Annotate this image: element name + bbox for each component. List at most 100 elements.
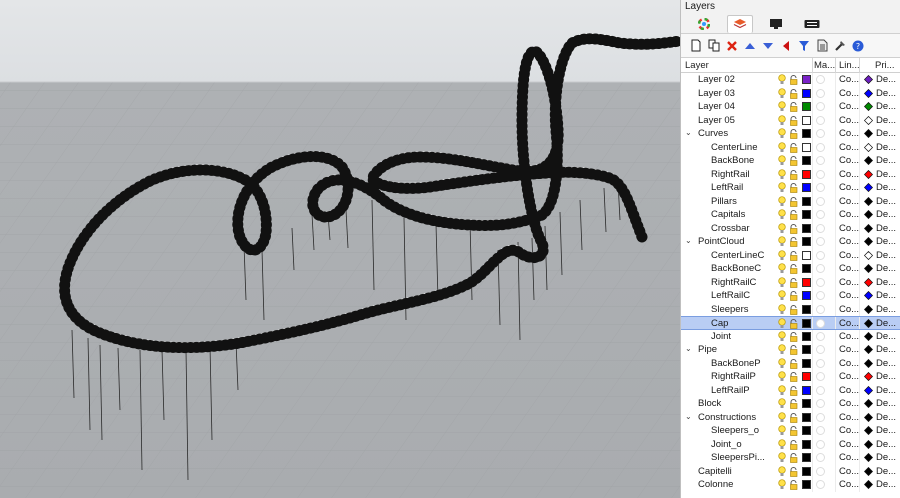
lightbulb-icon[interactable]: [778, 438, 786, 450]
print-width-value[interactable]: De...: [876, 318, 896, 329]
lock-icon[interactable]: [789, 331, 799, 342]
tab-render[interactable]: [799, 15, 825, 33]
lock-icon[interactable]: [789, 250, 799, 261]
lock-icon[interactable]: [789, 453, 799, 463]
move-down-button[interactable]: [761, 39, 775, 53]
print-color-diamond-icon[interactable]: [864, 304, 873, 314]
linetype-value[interactable]: Co...: [839, 358, 859, 369]
print-width-value[interactable]: De...: [876, 479, 896, 490]
material-swatch[interactable]: [816, 156, 825, 165]
layer-row[interactable]: Block Co... De...: [681, 397, 900, 411]
linetype-value[interactable]: Co...: [839, 209, 859, 220]
lock-icon[interactable]: [789, 358, 799, 369]
layer-color-swatch[interactable]: [802, 399, 811, 408]
lightbulb-icon[interactable]: [778, 87, 786, 99]
print-width-value[interactable]: De...: [876, 277, 896, 288]
material-swatch[interactable]: [816, 169, 825, 179]
material-swatch[interactable]: [816, 250, 825, 260]
linetype-value[interactable]: Co...: [839, 412, 859, 423]
lightbulb-icon[interactable]: [778, 222, 786, 234]
linetype-value[interactable]: Co...: [839, 115, 859, 126]
print-color-diamond-icon[interactable]: [864, 129, 873, 138]
linetype-value[interactable]: Co...: [839, 466, 859, 477]
lock-icon[interactable]: [789, 210, 799, 220]
lock-icon[interactable]: [789, 223, 799, 234]
lightbulb-icon[interactable]: [778, 465, 786, 477]
print-color-diamond-icon[interactable]: [864, 439, 873, 449]
lock-icon[interactable]: [789, 88, 799, 99]
layer-color-swatch[interactable]: [802, 426, 811, 435]
layer-color-swatch[interactable]: [802, 304, 811, 314]
print-width-value[interactable]: De...: [876, 155, 896, 166]
material-swatch[interactable]: [816, 183, 825, 192]
linetype-value[interactable]: Co...: [839, 385, 859, 396]
layer-color-swatch[interactable]: [802, 210, 811, 219]
col-linetype[interactable]: Lin...: [839, 60, 860, 71]
lock-icon[interactable]: [789, 129, 799, 139]
print-color-diamond-icon[interactable]: [864, 399, 873, 408]
material-swatch[interactable]: [816, 264, 825, 273]
linetype-value[interactable]: Co...: [839, 223, 859, 234]
layer-row[interactable]: ⌄ Pipe Co... De...: [681, 343, 900, 357]
print-width-value[interactable]: De...: [876, 223, 896, 234]
lock-icon[interactable]: [789, 169, 799, 180]
layer-color-swatch[interactable]: [802, 439, 811, 449]
col-print[interactable]: Pri...: [875, 60, 895, 71]
print-color-diamond-icon[interactable]: [864, 183, 873, 192]
linetype-value[interactable]: Co...: [839, 263, 859, 274]
material-swatch[interactable]: [816, 453, 825, 462]
print-width-value[interactable]: De...: [876, 412, 896, 423]
layer-row[interactable]: RightRailP Co... De...: [681, 370, 900, 384]
print-color-diamond-icon[interactable]: [864, 88, 873, 98]
move-up-button[interactable]: [743, 39, 757, 53]
layer-row[interactable]: Crossbar Co... De...: [681, 221, 900, 235]
layer-row[interactable]: ⌄ Curves Co... De...: [681, 127, 900, 141]
lock-icon[interactable]: [789, 291, 799, 301]
print-color-diamond-icon[interactable]: [864, 385, 873, 395]
layer-row[interactable]: Colonne Co... De...: [681, 478, 900, 492]
tab-layers[interactable]: [727, 14, 753, 33]
linetype-value[interactable]: Co...: [839, 196, 859, 207]
lock-icon[interactable]: [789, 439, 799, 450]
material-swatch[interactable]: [816, 304, 825, 314]
lightbulb-icon[interactable]: [778, 479, 786, 490]
print-width-value[interactable]: De...: [876, 209, 896, 220]
layer-color-swatch[interactable]: [802, 115, 811, 125]
print-width-value[interactable]: De...: [876, 250, 896, 261]
print-color-diamond-icon[interactable]: [864, 102, 873, 111]
layer-color-swatch[interactable]: [802, 412, 811, 422]
layer-color-swatch[interactable]: [802, 237, 811, 246]
layer-row[interactable]: LeftRailC Co... De...: [681, 289, 900, 303]
print-width-value[interactable]: De...: [876, 142, 896, 153]
print-width-value[interactable]: De...: [876, 466, 896, 477]
lock-icon[interactable]: [789, 426, 799, 436]
print-width-value[interactable]: De...: [876, 290, 896, 301]
print-color-diamond-icon[interactable]: [864, 426, 873, 435]
lock-icon[interactable]: [789, 277, 799, 288]
linetype-value[interactable]: Co...: [839, 169, 859, 180]
print-width-value[interactable]: De...: [876, 358, 896, 369]
print-width-value[interactable]: De...: [876, 385, 896, 396]
lightbulb-icon[interactable]: [778, 101, 786, 112]
layer-row[interactable]: Joint Co... De...: [681, 329, 900, 343]
layer-row[interactable]: Layer 02 Co... De...: [681, 73, 900, 87]
layer-row[interactable]: Sleepers Co... De...: [681, 302, 900, 316]
lightbulb-icon[interactable]: [778, 155, 786, 166]
linetype-value[interactable]: Co...: [839, 101, 859, 112]
layer-color-swatch[interactable]: [802, 466, 811, 476]
lightbulb-icon[interactable]: [778, 344, 786, 355]
lightbulb-icon[interactable]: [778, 114, 786, 126]
print-width-value[interactable]: De...: [876, 425, 896, 436]
lock-icon[interactable]: [789, 75, 799, 85]
tab-materials[interactable]: [691, 15, 717, 33]
layer-color-swatch[interactable]: [802, 291, 811, 300]
linetype-value[interactable]: Co...: [839, 128, 859, 139]
lightbulb-icon[interactable]: [778, 209, 786, 220]
chevron-down-icon[interactable]: ⌄: [685, 412, 692, 421]
linetype-value[interactable]: Co...: [839, 479, 859, 490]
print-width-value[interactable]: De...: [876, 452, 896, 463]
material-swatch[interactable]: [816, 142, 825, 152]
layer-row[interactable]: Cap Co... De...: [681, 316, 900, 330]
layer-row[interactable]: BackBone Co... De...: [681, 154, 900, 168]
lock-icon[interactable]: [789, 156, 799, 166]
